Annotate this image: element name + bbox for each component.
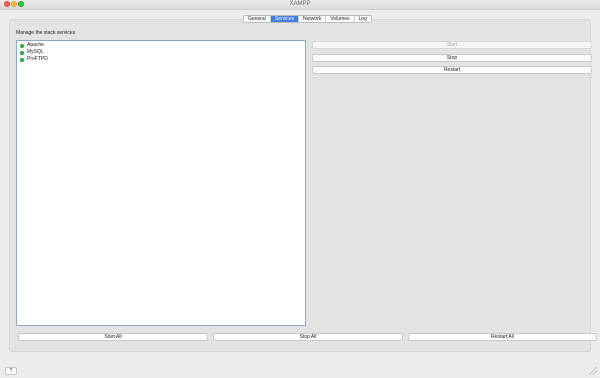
tab-log[interactable]: Log (355, 16, 371, 22)
restart-button[interactable]: Restart (312, 66, 592, 74)
start-all-button[interactable]: Start All (18, 333, 208, 341)
service-item-apache[interactable]: Apache (17, 42, 305, 49)
service-item-proftpd[interactable]: ProFTPD (17, 56, 305, 63)
start-button[interactable]: Start (312, 41, 592, 49)
tab-services[interactable]: Services (270, 16, 299, 22)
service-label: Apache (27, 42, 44, 48)
service-label: ProFTPD (27, 56, 48, 62)
window-title: XAMPP (289, 1, 311, 7)
restart-all-button[interactable]: Restart All (408, 333, 597, 341)
service-label: MySQL (27, 49, 44, 55)
tab-general[interactable]: General (244, 16, 271, 22)
tab-volumes[interactable]: Volumes (326, 16, 355, 22)
status-running-icon (20, 50, 24, 55)
tab-bar: General Services Network Volumes Log (243, 15, 372, 23)
service-item-mysql[interactable]: MySQL (17, 49, 305, 56)
services-list[interactable]: Apache MySQL ProFTPD (16, 40, 306, 326)
status-running-icon (20, 43, 24, 48)
section-title: Manage the stack services (16, 30, 76, 36)
status-running-icon (20, 57, 24, 62)
title-bar: XAMPP (0, 0, 600, 10)
help-button[interactable]: ? (5, 367, 17, 375)
resize-grip-icon[interactable] (589, 367, 597, 375)
stop-button[interactable]: Stop (312, 54, 592, 62)
tab-network[interactable]: Network (299, 16, 327, 22)
stop-all-button[interactable]: Stop All (213, 333, 403, 341)
